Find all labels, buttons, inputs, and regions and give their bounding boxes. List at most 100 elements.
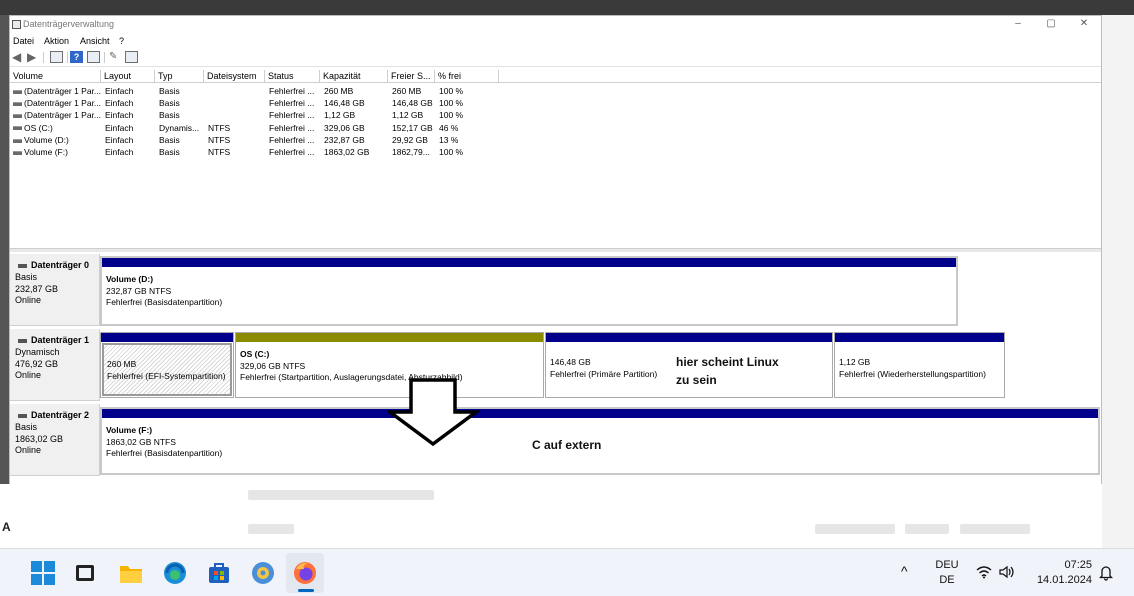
cell-text: 260 MB (324, 86, 354, 96)
column-freier-speicher[interactable]: Freier S... (388, 70, 435, 83)
store-icon[interactable] (205, 559, 233, 587)
maximize-button[interactable]: ▢ (1034, 16, 1068, 34)
table-cell-typ: Basis (159, 109, 180, 121)
table-cell-prozent: 100 % (439, 85, 463, 97)
forward-icon[interactable]: ▶ (27, 51, 40, 63)
cell-text: 1863,02 GB (324, 147, 370, 157)
table-cell-kapazitaet: 260 MB (324, 85, 353, 97)
file-explorer-icon[interactable] (117, 559, 145, 587)
disk-1-label[interactable]: Datenträger 1 Dynamisch 476,92 GB Online (10, 329, 100, 401)
speaker-icon[interactable] (999, 565, 1015, 579)
title-bar[interactable]: Datenträgerverwaltung – ▢ ✕ (10, 16, 1101, 34)
table-cell-dateisystem: NTFS (208, 134, 230, 146)
table-cell-dateisystem: NTFS (208, 146, 230, 158)
edge-icon[interactable] (161, 559, 189, 587)
language-indicator[interactable]: DEU (934, 559, 960, 571)
cell-text: Fehlerfrei ... (269, 86, 315, 96)
minimize-button[interactable]: – (1001, 16, 1035, 34)
table-cell-kapazitaet: 329,06 GB (324, 122, 365, 134)
clock-time[interactable]: 07:25 (1030, 559, 1092, 571)
cell-text: 146,48 GB (392, 98, 433, 109)
column-volume[interactable]: Volume (10, 70, 101, 83)
table-cell-kapazitaet: 1863,02 GB (324, 146, 369, 158)
column-kapazitaet[interactable]: Kapazität (320, 70, 388, 83)
table-row[interactable]: (Datenträger 1 Par... Einfach Basis Fehlerf… (10, 85, 1101, 97)
partition-status: Fehlerfrei (Wiederherstellungspartition) (839, 368, 986, 379)
settings-icon[interactable] (249, 559, 277, 587)
partition-recovery[interactable]: 1,12 GB Fehlerfrei (Wiederherstellungspa… (834, 332, 1005, 398)
partition-status: Fehlerfrei (EFI-Systempartition) (107, 370, 226, 381)
disk-2-label[interactable]: Datenträger 2 Basis 1863,02 GB Online (10, 404, 100, 476)
table-cell-status: Fehlerfrei ... (269, 85, 314, 97)
partition-size: 1863,02 GB NTFS (106, 436, 176, 447)
task-view-icon[interactable] (71, 559, 99, 587)
disk-0-label[interactable]: Datenträger 0 Basis 232,87 GB Online (10, 254, 100, 326)
table-cell-frei: 152,17 GB (392, 122, 433, 134)
annotation-linux: hier scheint Linux (676, 355, 779, 369)
tray-overflow-chevron[interactable]: ^ (901, 563, 908, 579)
table-row[interactable]: OS (C:) Einfach Dynamis... NTFS Fehlerfrei .… (10, 122, 1101, 134)
back-icon[interactable]: ◀ (12, 51, 25, 63)
table-row[interactable]: Volume (D:) Einfach Basis NTFS Fehlerfrei ..… (10, 134, 1101, 146)
desktop-top-strip (0, 0, 1134, 15)
keyboard-layout[interactable]: DE (934, 574, 960, 586)
console-tree-icon[interactable] (50, 51, 63, 63)
cell-text: 13 % (439, 134, 459, 145)
annotation-c-extern: C auf extern (532, 438, 602, 452)
table-cell-dateisystem: NTFS (208, 122, 230, 134)
menu-bar: Datei Aktion Ansicht ? (10, 34, 1101, 48)
windows-start-icon[interactable] (29, 559, 57, 587)
cell-text: Basis (159, 110, 180, 121)
partition-title: Volume (D:) (106, 274, 154, 284)
desktop-right-strip (1102, 15, 1134, 548)
column-layout[interactable]: Layout (101, 70, 155, 83)
partition-size: 329,06 GB NTFS (240, 360, 306, 371)
help-icon[interactable]: ? (70, 51, 83, 63)
table-row[interactable]: (Datenträger 1 Par... Einfach Basis Fehlerf… (10, 109, 1101, 121)
table-cell-kapazitaet: 232,87 GB (324, 134, 365, 146)
table-cell-typ: Basis (159, 146, 180, 158)
notification-bell-icon[interactable] (1099, 565, 1113, 581)
view-icon[interactable] (87, 51, 100, 63)
cell-text: 260 MB (392, 86, 422, 96)
connect-icon[interactable]: ✎ (109, 51, 122, 63)
cell-text: Fehlerfrei ... (269, 122, 315, 133)
cell-text: Fehlerfrei ... (269, 110, 315, 121)
menu-aktion[interactable]: Aktion (44, 36, 69, 46)
disk-management-window: Datenträgerverwaltung – ▢ ✕ Datei Aktion… (9, 15, 1102, 484)
column-dateisystem[interactable]: Dateisystem (204, 70, 265, 83)
table-row[interactable]: (Datenträger 1 Par... Einfach Basis Fehlerf… (10, 97, 1101, 109)
column-typ[interactable]: Typ (155, 70, 204, 83)
disk-2-state: Online (15, 445, 42, 455)
disk-2-type: Basis (15, 422, 38, 432)
menu-help[interactable]: ? (119, 36, 124, 46)
table-cell-volume: (Datenträger 1 Par... (13, 109, 101, 121)
partition-volume-d[interactable]: Volume (D:) 232,87 GB NTFS Fehlerfrei (B… (100, 256, 958, 326)
cell-text: 100 % (439, 98, 464, 109)
clock-date[interactable]: 14.01.2024 (1030, 574, 1092, 586)
toolbar: ◀ ▶ ? ✎ (10, 48, 1101, 67)
firefox-icon[interactable] (291, 559, 319, 587)
table-cell-layout: Einfach (105, 146, 133, 158)
column-status[interactable]: Status (265, 70, 320, 83)
disk-icon (18, 413, 27, 418)
disk-0-type: Basis (15, 272, 38, 282)
table-row[interactable]: Volume (F:) Einfach Basis NTFS Fehlerfrei ..… (10, 146, 1101, 158)
menu-ansicht[interactable]: Ansicht (80, 36, 110, 46)
wifi-icon[interactable] (976, 565, 992, 579)
close-button[interactable]: ✕ (1067, 16, 1101, 34)
cell-text: Basis (159, 98, 180, 109)
settings-icon[interactable] (125, 51, 138, 63)
volume-icon (13, 126, 22, 131)
table-cell-status: Fehlerfrei ... (269, 97, 314, 109)
disk-1-state: Online (15, 370, 42, 380)
partition-efi[interactable]: 260 MB Fehlerfrei (EFI-Systempartition) (100, 332, 234, 398)
table-cell-frei: 1862,79... (392, 146, 430, 158)
table-cell-typ: Basis (159, 85, 180, 97)
column-prozent-frei[interactable]: % frei (435, 70, 499, 83)
cell-text: 232,87 GB (324, 134, 365, 145)
cell-text: Volume (D:) (24, 134, 69, 145)
cell-text: 152,17 GB (392, 122, 433, 133)
disk-icon (18, 338, 27, 343)
menu-datei[interactable]: Datei (13, 36, 34, 46)
